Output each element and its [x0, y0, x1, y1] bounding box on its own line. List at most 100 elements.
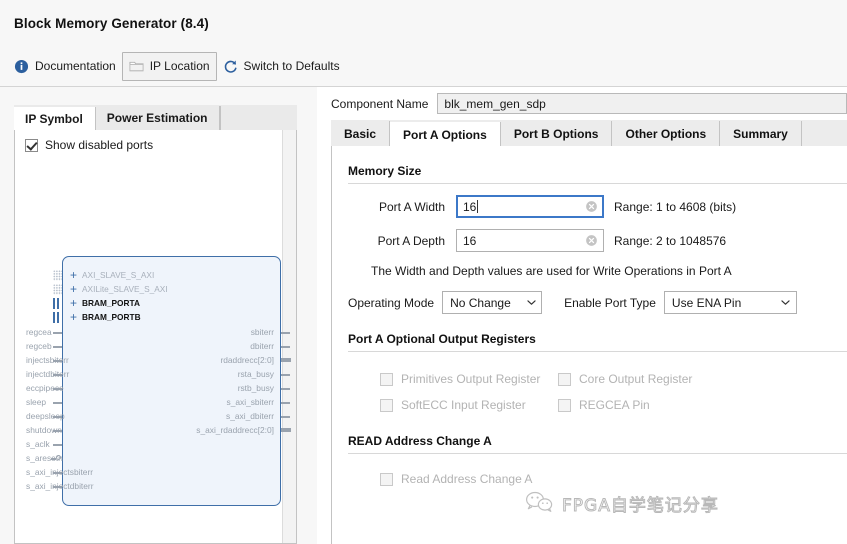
core-output-register-label: Core Output Register [579, 372, 693, 386]
title-bar: Block Memory Generator (8.4) [0, 0, 847, 46]
expand-icon[interactable]: + [70, 269, 77, 281]
expand-icon[interactable]: + [70, 311, 77, 323]
clear-icon[interactable] [585, 234, 598, 247]
left-panel-scrollbar[interactable] [282, 130, 296, 543]
tab-power-estimation[interactable]: Power Estimation [95, 106, 221, 130]
refresh-icon [223, 59, 238, 74]
bus-row-axi-slave[interactable]: + AXI_SLAVE_S_AXI [70, 269, 154, 281]
tab-summary[interactable]: Summary [720, 121, 802, 146]
pin-stub [53, 346, 62, 348]
output-pin-label: s_axi_sbiterr [226, 397, 274, 407]
primitives-output-register-row[interactable]: Primitives Output Register [380, 366, 558, 392]
right-tab-filler [801, 121, 847, 146]
output-pin-label: dbiterr [250, 341, 274, 351]
left-panel: IP Symbol Power Estimation Show disabled… [14, 105, 297, 544]
input-pin-label: deepsleep [26, 411, 65, 421]
read-address-change-grid: Read Address Change A [348, 466, 847, 492]
output-pin-label: s_axi_dbiterr [226, 411, 274, 421]
page-title: Block Memory Generator (8.4) [14, 15, 209, 31]
output-pin-label: rsta_busy [237, 369, 274, 379]
port-a-width-row: Port A Width 16 Range: 1 to 4608 (bits) [348, 195, 847, 218]
pin-stub [53, 402, 62, 404]
right-panel: Component Name blk_mem_gen_sdp Basic Por… [317, 87, 847, 544]
content-area: IP Symbol Power Estimation Show disabled… [0, 87, 847, 544]
read-address-change-col: Read Address Change A [380, 466, 558, 492]
ip-symbol-canvas: + AXI_SLAVE_S_AXI + AXILite_SLAVE_S_AXI … [15, 256, 291, 543]
regcea-pin-label: REGCEA Pin [579, 398, 650, 412]
chevron-down-icon[interactable] [776, 297, 796, 308]
bus-connector-bram-portb [53, 312, 62, 323]
enable-port-type-label: Enable Port Type [564, 295, 656, 310]
port-a-width-input[interactable]: 16 [456, 195, 604, 218]
port-a-width-range: Range: 1 to 4608 (bits) [614, 199, 737, 214]
port-a-width-value: 16 [463, 200, 585, 214]
bus-connector-axilite-slave [53, 284, 62, 295]
read-address-change-a-row[interactable]: Read Address Change A [380, 466, 558, 492]
core-output-register-row[interactable]: Core Output Register [558, 366, 736, 392]
component-name-row: Component Name blk_mem_gen_sdp [317, 87, 847, 120]
left-tab-filler [220, 106, 297, 130]
bus-row-axilite-slave[interactable]: + AXILite_SLAVE_S_AXI [70, 283, 168, 295]
output-pin-label: rstb_busy [237, 383, 274, 393]
optional-registers-grid: Primitives Output Register SoftECC Input… [348, 366, 847, 418]
ip-location-button[interactable]: IP Location [121, 51, 217, 81]
operating-mode-select[interactable]: No Change [442, 291, 543, 314]
operating-mode-label: Operating Mode [348, 295, 435, 310]
tab-ip-symbol[interactable]: IP Symbol [14, 107, 96, 131]
softecc-input-register-checkbox[interactable] [380, 398, 393, 412]
input-pin-label: eccpipece [26, 383, 64, 393]
optional-registers-heading: Port A Optional Output Registers [348, 332, 536, 346]
input-pin-label: regceb [26, 341, 52, 351]
pin-stub-bus [281, 358, 291, 362]
expand-icon[interactable]: + [70, 297, 77, 309]
core-output-register-checkbox[interactable] [558, 372, 571, 386]
input-pin-label: shutdown [26, 425, 62, 435]
regcea-pin-checkbox[interactable] [558, 398, 571, 412]
documentation-label: Documentation [35, 59, 116, 73]
show-disabled-ports-checkbox[interactable] [25, 138, 38, 152]
bus-label: BRAM_PORTB [82, 312, 141, 322]
read-address-change-a-checkbox[interactable] [380, 472, 393, 486]
show-disabled-ports-label: Show disabled ports [45, 138, 154, 152]
read-address-change-a-label: Read Address Change A [401, 472, 533, 486]
port-a-options-pane: Memory Size Port A Width 16 Range: 1 to … [331, 146, 847, 544]
chevron-down-icon[interactable] [521, 297, 541, 308]
folder-icon [129, 59, 144, 74]
section-divider [348, 351, 847, 352]
tab-port-b-options[interactable]: Port B Options [500, 121, 613, 146]
component-name-input[interactable]: blk_mem_gen_sdp [437, 93, 847, 114]
toolbar: Documentation IP Location Switch to Defa… [0, 46, 847, 87]
softecc-input-register-row[interactable]: SoftECC Input Register [380, 392, 558, 418]
pin-stub [281, 402, 290, 404]
port-a-depth-input[interactable]: 16 [456, 229, 604, 252]
expand-icon[interactable]: + [70, 283, 77, 295]
tab-other-options[interactable]: Other Options [612, 121, 721, 146]
pin-stub [281, 374, 290, 376]
section-divider [348, 453, 847, 454]
input-pin-label: s_axi_injectdbiterr [26, 481, 94, 491]
bus-connector-bram-porta [53, 298, 62, 309]
mode-row: Operating Mode No Change Enable Port Typ… [348, 291, 847, 314]
port-a-depth-label: Port A Depth [377, 233, 445, 248]
output-pin-label: sbiterr [250, 327, 274, 337]
pin-stub [281, 388, 290, 390]
input-pin-label: sleep [26, 397, 47, 407]
bus-label: AXILite_SLAVE_S_AXI [82, 284, 168, 294]
input-pin-label: injectdbiterr [26, 369, 70, 379]
info-icon [14, 59, 29, 74]
show-disabled-ports-row[interactable]: Show disabled ports [15, 130, 296, 152]
input-pin-label: injectsbiterr [26, 355, 69, 365]
enable-port-type-value: Use ENA Pin [671, 295, 742, 310]
switch-to-defaults-button[interactable]: Switch to Defaults [217, 53, 346, 79]
clear-icon[interactable] [585, 200, 598, 213]
primitives-output-register-checkbox[interactable] [380, 372, 393, 386]
regcea-pin-row[interactable]: REGCEA Pin [558, 392, 736, 418]
tab-basic[interactable]: Basic [331, 121, 391, 146]
bus-row-bram-portb[interactable]: + BRAM_PORTB [70, 311, 141, 323]
enable-port-type-select[interactable]: Use ENA Pin [663, 291, 797, 314]
switch-to-defaults-label: Switch to Defaults [243, 59, 340, 73]
width-depth-hint: The Width and Depth values are used for … [371, 264, 732, 278]
bus-row-bram-porta[interactable]: + BRAM_PORTA [70, 297, 140, 309]
tab-port-a-options[interactable]: Port A Options [390, 122, 501, 147]
documentation-button[interactable]: Documentation [8, 53, 122, 79]
